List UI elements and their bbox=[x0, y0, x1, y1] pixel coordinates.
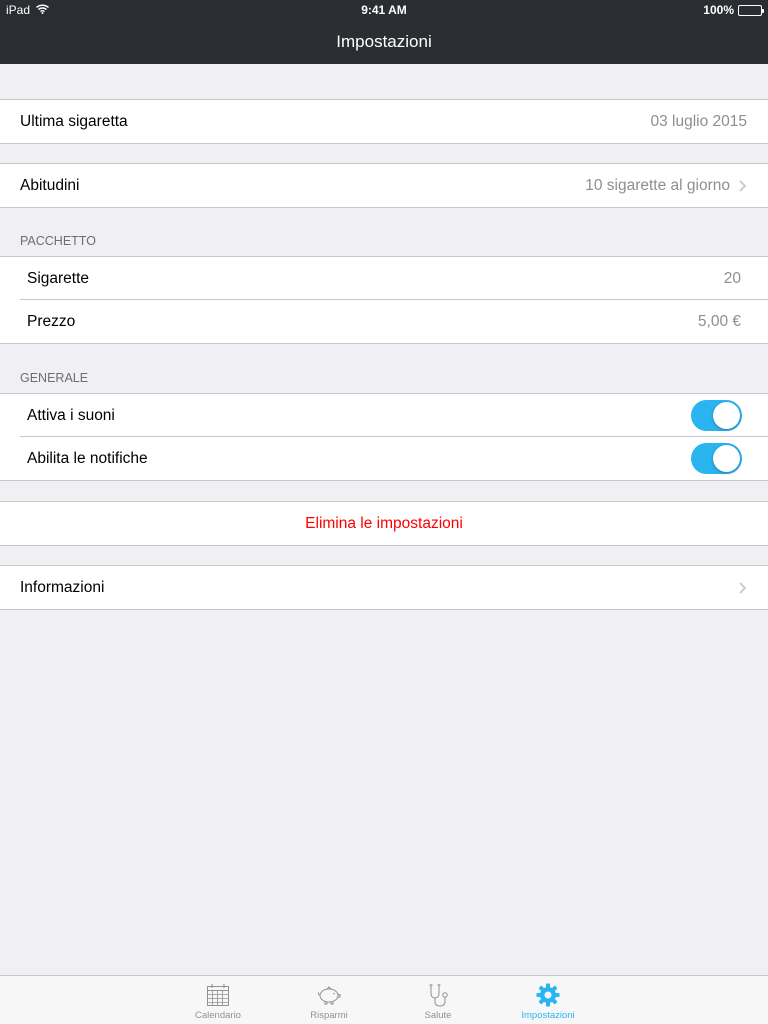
last-cigarette-group: Ultima sigaretta 03 luglio 2015 bbox=[0, 99, 768, 144]
navigation-bar: Impostazioni bbox=[0, 20, 768, 64]
last-cigarette-label: Ultima sigaretta bbox=[20, 112, 128, 130]
notifications-toggle[interactable] bbox=[691, 443, 742, 474]
general-group: Attiva i suoni Abilita le notifiche bbox=[0, 393, 768, 481]
habits-value: 10 sigarette al giorno bbox=[585, 176, 730, 194]
habits-row[interactable]: Abitudini 10 sigarette al giorno bbox=[0, 164, 768, 207]
battery-icon bbox=[738, 4, 764, 16]
tab-label: Calendario bbox=[195, 1010, 241, 1021]
page-title: Impostazioni bbox=[336, 32, 432, 51]
stethoscope-icon bbox=[429, 984, 448, 1007]
toggle-knob bbox=[713, 445, 740, 472]
pack-group: Sigarette 20 Prezzo 5,00 € bbox=[0, 256, 768, 344]
battery-percent: 100% bbox=[703, 3, 734, 17]
info-row[interactable]: Informazioni bbox=[0, 566, 768, 609]
info-group: Informazioni bbox=[0, 565, 768, 610]
chevron-right-icon bbox=[739, 180, 747, 192]
habits-label: Abitudini bbox=[20, 176, 80, 194]
pack-section-header: PACCHETTO bbox=[20, 234, 96, 248]
piggy-bank-icon bbox=[317, 986, 341, 1005]
general-section-header: GENERALE bbox=[20, 371, 89, 385]
sounds-toggle[interactable] bbox=[691, 400, 742, 431]
notifications-label: Abilita le notifiche bbox=[27, 449, 148, 467]
reset-settings-button[interactable]: Elimina le impostazioni bbox=[0, 515, 768, 533]
price-label: Prezzo bbox=[27, 312, 76, 330]
tab-calendar[interactable]: Calendario bbox=[178, 976, 258, 1024]
status-right: 100% bbox=[703, 3, 764, 17]
chevron-right-icon bbox=[739, 582, 747, 594]
cigarettes-label: Sigarette bbox=[27, 269, 90, 287]
habits-group: Abitudini 10 sigarette al giorno bbox=[0, 163, 768, 208]
cigarettes-value: 20 bbox=[723, 269, 741, 287]
info-label: Informazioni bbox=[20, 578, 105, 596]
reset-group: Elimina le impostazioni bbox=[0, 501, 768, 546]
notifications-row: Abilita le notifiche bbox=[0, 437, 768, 480]
tab-label: Salute bbox=[424, 1010, 452, 1021]
gear-icon bbox=[536, 983, 560, 1007]
sounds-label: Attiva i suoni bbox=[27, 406, 115, 424]
reset-row[interactable]: Elimina le impostazioni bbox=[0, 502, 768, 545]
tab-health[interactable]: Salute bbox=[398, 976, 478, 1024]
status-time: 9:41 AM bbox=[361, 3, 407, 17]
sounds-row: Attiva i suoni bbox=[0, 394, 768, 437]
tab-settings[interactable]: Impostazioni bbox=[508, 976, 588, 1024]
tab-bar: Calendario Risparmi Salute Impostazioni bbox=[0, 975, 768, 1024]
tab-savings[interactable]: Risparmi bbox=[289, 976, 369, 1024]
price-row[interactable]: Prezzo 5,00 € bbox=[0, 300, 768, 343]
status-bar: iPad 9:41 AM 100% bbox=[0, 0, 768, 20]
toggle-knob bbox=[713, 402, 740, 429]
tab-label: Impostazioni bbox=[521, 1010, 575, 1021]
tab-label: Risparmi bbox=[310, 1010, 348, 1021]
last-cigarette-value: 03 luglio 2015 bbox=[650, 112, 747, 130]
calendar-icon bbox=[207, 984, 229, 1006]
cigarettes-row[interactable]: Sigarette 20 bbox=[0, 257, 768, 300]
price-value: 5,00 € bbox=[697, 312, 741, 330]
last-cigarette-row[interactable]: Ultima sigaretta 03 luglio 2015 bbox=[0, 100, 768, 143]
